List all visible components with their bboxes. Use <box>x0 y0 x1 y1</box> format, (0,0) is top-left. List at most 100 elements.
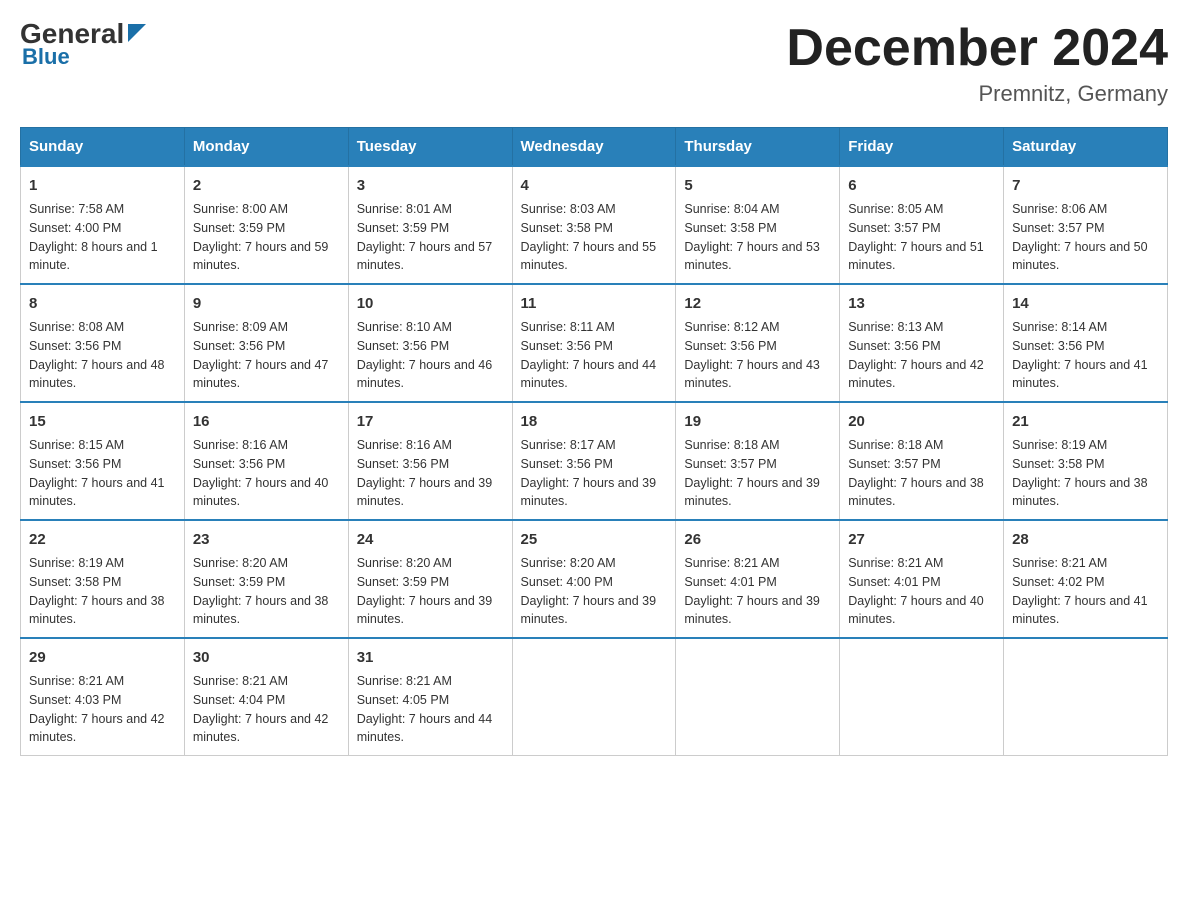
calendar-week-row: 8 Sunrise: 8:08 AMSunset: 3:56 PMDayligh… <box>21 284 1168 402</box>
day-number: 18 <box>521 411 668 432</box>
table-row: 3 Sunrise: 8:01 AMSunset: 3:59 PMDayligh… <box>348 166 512 284</box>
day-info: Sunrise: 8:20 AMSunset: 3:59 PMDaylight:… <box>193 556 329 626</box>
day-info: Sunrise: 8:11 AMSunset: 3:56 PMDaylight:… <box>521 320 657 390</box>
col-friday: Friday <box>840 128 1004 167</box>
calendar-header-row: Sunday Monday Tuesday Wednesday Thursday… <box>21 128 1168 167</box>
day-number: 12 <box>684 293 831 314</box>
table-row: 11 Sunrise: 8:11 AMSunset: 3:56 PMDaylig… <box>512 284 676 402</box>
table-row <box>840 638 1004 756</box>
table-row: 13 Sunrise: 8:13 AMSunset: 3:56 PMDaylig… <box>840 284 1004 402</box>
table-row: 9 Sunrise: 8:09 AMSunset: 3:56 PMDayligh… <box>184 284 348 402</box>
col-tuesday: Tuesday <box>348 128 512 167</box>
table-row: 20 Sunrise: 8:18 AMSunset: 3:57 PMDaylig… <box>840 402 1004 520</box>
table-row: 7 Sunrise: 8:06 AMSunset: 3:57 PMDayligh… <box>1004 166 1168 284</box>
day-info: Sunrise: 8:20 AMSunset: 3:59 PMDaylight:… <box>357 556 493 626</box>
day-number: 8 <box>29 293 176 314</box>
day-info: Sunrise: 8:19 AMSunset: 3:58 PMDaylight:… <box>29 556 165 626</box>
day-info: Sunrise: 8:06 AMSunset: 3:57 PMDaylight:… <box>1012 202 1148 272</box>
day-info: Sunrise: 8:21 AMSunset: 4:01 PMDaylight:… <box>848 556 984 626</box>
day-info: Sunrise: 8:20 AMSunset: 4:00 PMDaylight:… <box>521 556 657 626</box>
day-number: 16 <box>193 411 340 432</box>
calendar-week-row: 22 Sunrise: 8:19 AMSunset: 3:58 PMDaylig… <box>21 520 1168 638</box>
logo: General Blue <box>20 20 148 70</box>
location: Premnitz, Germany <box>786 81 1168 107</box>
day-number: 29 <box>29 647 176 668</box>
day-info: Sunrise: 8:21 AMSunset: 4:05 PMDaylight:… <box>357 674 493 744</box>
day-number: 1 <box>29 175 176 196</box>
table-row: 17 Sunrise: 8:16 AMSunset: 3:56 PMDaylig… <box>348 402 512 520</box>
day-number: 4 <box>521 175 668 196</box>
table-row: 1 Sunrise: 7:58 AMSunset: 4:00 PMDayligh… <box>21 166 185 284</box>
table-row: 19 Sunrise: 8:18 AMSunset: 3:57 PMDaylig… <box>676 402 840 520</box>
table-row: 16 Sunrise: 8:16 AMSunset: 3:56 PMDaylig… <box>184 402 348 520</box>
table-row: 12 Sunrise: 8:12 AMSunset: 3:56 PMDaylig… <box>676 284 840 402</box>
col-monday: Monday <box>184 128 348 167</box>
day-info: Sunrise: 8:09 AMSunset: 3:56 PMDaylight:… <box>193 320 329 390</box>
calendar-week-row: 15 Sunrise: 8:15 AMSunset: 3:56 PMDaylig… <box>21 402 1168 520</box>
day-info: Sunrise: 7:58 AMSunset: 4:00 PMDaylight:… <box>29 202 158 272</box>
logo-arrow-icon <box>126 22 148 44</box>
day-number: 24 <box>357 529 504 550</box>
day-info: Sunrise: 8:00 AMSunset: 3:59 PMDaylight:… <box>193 202 329 272</box>
day-info: Sunrise: 8:05 AMSunset: 3:57 PMDaylight:… <box>848 202 984 272</box>
day-number: 26 <box>684 529 831 550</box>
col-sunday: Sunday <box>21 128 185 167</box>
day-info: Sunrise: 8:21 AMSunset: 4:02 PMDaylight:… <box>1012 556 1148 626</box>
table-row: 5 Sunrise: 8:04 AMSunset: 3:58 PMDayligh… <box>676 166 840 284</box>
table-row: 15 Sunrise: 8:15 AMSunset: 3:56 PMDaylig… <box>21 402 185 520</box>
day-info: Sunrise: 8:15 AMSunset: 3:56 PMDaylight:… <box>29 438 165 508</box>
table-row: 29 Sunrise: 8:21 AMSunset: 4:03 PMDaylig… <box>21 638 185 756</box>
day-info: Sunrise: 8:12 AMSunset: 3:56 PMDaylight:… <box>684 320 820 390</box>
day-info: Sunrise: 8:18 AMSunset: 3:57 PMDaylight:… <box>684 438 820 508</box>
day-info: Sunrise: 8:19 AMSunset: 3:58 PMDaylight:… <box>1012 438 1148 508</box>
table-row: 25 Sunrise: 8:20 AMSunset: 4:00 PMDaylig… <box>512 520 676 638</box>
table-row: 2 Sunrise: 8:00 AMSunset: 3:59 PMDayligh… <box>184 166 348 284</box>
day-info: Sunrise: 8:01 AMSunset: 3:59 PMDaylight:… <box>357 202 493 272</box>
logo-blue-text: Blue <box>22 44 70 70</box>
day-info: Sunrise: 8:10 AMSunset: 3:56 PMDaylight:… <box>357 320 493 390</box>
table-row <box>512 638 676 756</box>
page-header: General Blue December 2024 Premnitz, Ger… <box>20 20 1168 107</box>
day-number: 19 <box>684 411 831 432</box>
day-number: 27 <box>848 529 995 550</box>
day-number: 17 <box>357 411 504 432</box>
col-wednesday: Wednesday <box>512 128 676 167</box>
day-number: 28 <box>1012 529 1159 550</box>
table-row: 26 Sunrise: 8:21 AMSunset: 4:01 PMDaylig… <box>676 520 840 638</box>
day-info: Sunrise: 8:13 AMSunset: 3:56 PMDaylight:… <box>848 320 984 390</box>
table-row: 30 Sunrise: 8:21 AMSunset: 4:04 PMDaylig… <box>184 638 348 756</box>
day-number: 20 <box>848 411 995 432</box>
day-info: Sunrise: 8:17 AMSunset: 3:56 PMDaylight:… <box>521 438 657 508</box>
month-title: December 2024 <box>786 20 1168 77</box>
table-row: 21 Sunrise: 8:19 AMSunset: 3:58 PMDaylig… <box>1004 402 1168 520</box>
col-thursday: Thursday <box>676 128 840 167</box>
day-number: 21 <box>1012 411 1159 432</box>
day-info: Sunrise: 8:21 AMSunset: 4:01 PMDaylight:… <box>684 556 820 626</box>
table-row: 6 Sunrise: 8:05 AMSunset: 3:57 PMDayligh… <box>840 166 1004 284</box>
day-info: Sunrise: 8:16 AMSunset: 3:56 PMDaylight:… <box>193 438 329 508</box>
col-saturday: Saturday <box>1004 128 1168 167</box>
day-info: Sunrise: 8:04 AMSunset: 3:58 PMDaylight:… <box>684 202 820 272</box>
day-number: 10 <box>357 293 504 314</box>
calendar-week-row: 29 Sunrise: 8:21 AMSunset: 4:03 PMDaylig… <box>21 638 1168 756</box>
title-area: December 2024 Premnitz, Germany <box>786 20 1168 107</box>
day-number: 22 <box>29 529 176 550</box>
day-number: 25 <box>521 529 668 550</box>
day-number: 15 <box>29 411 176 432</box>
day-number: 7 <box>1012 175 1159 196</box>
day-number: 2 <box>193 175 340 196</box>
day-info: Sunrise: 8:14 AMSunset: 3:56 PMDaylight:… <box>1012 320 1148 390</box>
table-row <box>676 638 840 756</box>
day-info: Sunrise: 8:21 AMSunset: 4:04 PMDaylight:… <box>193 674 329 744</box>
day-number: 9 <box>193 293 340 314</box>
table-row: 22 Sunrise: 8:19 AMSunset: 3:58 PMDaylig… <box>21 520 185 638</box>
table-row: 28 Sunrise: 8:21 AMSunset: 4:02 PMDaylig… <box>1004 520 1168 638</box>
day-info: Sunrise: 8:16 AMSunset: 3:56 PMDaylight:… <box>357 438 493 508</box>
day-number: 5 <box>684 175 831 196</box>
table-row: 23 Sunrise: 8:20 AMSunset: 3:59 PMDaylig… <box>184 520 348 638</box>
table-row: 27 Sunrise: 8:21 AMSunset: 4:01 PMDaylig… <box>840 520 1004 638</box>
day-number: 14 <box>1012 293 1159 314</box>
table-row: 4 Sunrise: 8:03 AMSunset: 3:58 PMDayligh… <box>512 166 676 284</box>
day-info: Sunrise: 8:21 AMSunset: 4:03 PMDaylight:… <box>29 674 165 744</box>
table-row: 10 Sunrise: 8:10 AMSunset: 3:56 PMDaylig… <box>348 284 512 402</box>
